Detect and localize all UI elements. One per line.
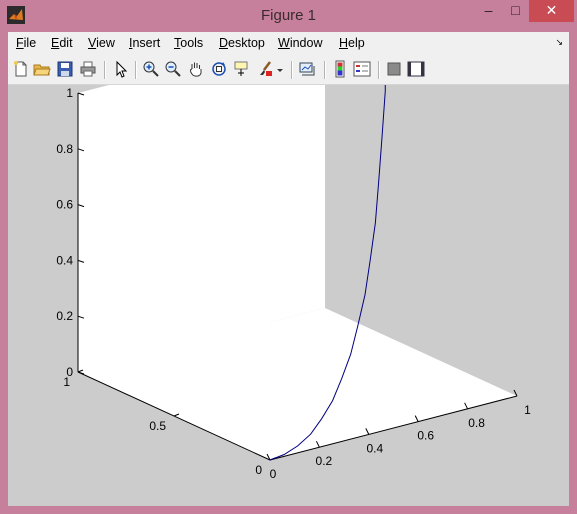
toolbar-separator — [135, 61, 137, 79]
edit-plot-icon[interactable] — [112, 60, 130, 78]
close-button[interactable]: ✕ — [529, 0, 574, 22]
figure-window: Figure 1 – □ ✕ File Edit View Insert Too… — [0, 0, 577, 514]
zoom-out-icon[interactable] — [164, 60, 182, 78]
hide-plot-tools-icon[interactable] — [385, 60, 403, 78]
minimize-button[interactable]: – — [475, 0, 502, 22]
x-tick-label: 0 — [270, 467, 277, 481]
z-tick-label: 0.2 — [56, 309, 73, 323]
toolbar-separator — [291, 61, 293, 79]
data-cursor-icon[interactable] — [232, 60, 250, 78]
x-tick-label: 0.6 — [417, 429, 434, 443]
new-figure-icon[interactable] — [12, 60, 30, 78]
open-file-icon[interactable] — [33, 60, 51, 78]
dock-arrow-icon[interactable]: ↘ — [555, 37, 563, 48]
print-icon[interactable] — [79, 60, 97, 78]
x-tick-label: 1 — [524, 403, 531, 417]
menu-view[interactable]: View — [88, 36, 115, 50]
menu-file[interactable]: File — [16, 36, 36, 50]
brush-icon[interactable] — [256, 60, 274, 78]
legend-icon[interactable] — [353, 60, 371, 78]
x-tick-label: 0.4 — [366, 441, 383, 455]
axes-3d[interactable]: 00.20.40.60.8100.20.40.60.8100.51 — [8, 85, 569, 506]
maximize-button[interactable]: □ — [502, 0, 529, 22]
toolbar-separator — [378, 61, 380, 79]
y-tick-label: 1 — [63, 375, 70, 389]
zoom-in-icon[interactable] — [142, 60, 160, 78]
menu-bar: File Edit View Insert Tools Desktop Wind… — [8, 32, 569, 56]
toolbar-separator — [324, 61, 326, 79]
toolbar-separator — [104, 61, 106, 79]
y-tick-label: 0.5 — [149, 419, 166, 433]
menu-help[interactable]: Help — [339, 36, 365, 50]
pan-icon[interactable] — [187, 60, 205, 78]
z-tick-label: 0.6 — [56, 198, 73, 212]
z-tick-label: 0.8 — [56, 142, 73, 156]
x-tick-label: 0.8 — [468, 416, 485, 430]
menu-desktop[interactable]: Desktop — [219, 36, 265, 50]
y-tick-label: 0 — [255, 463, 262, 477]
show-plot-tools-icon[interactable] — [407, 60, 425, 78]
figure-toolbar — [8, 56, 569, 85]
menu-edit[interactable]: Edit — [51, 36, 73, 50]
brush-dropdown-icon[interactable] — [276, 60, 284, 78]
figure-canvas[interactable]: 0 0.2 0.4 0.6 0.8 1 0 0.2 0.4 0.6 0.8 1 0 0.5 1 — [8, 85, 569, 506]
title-bar[interactable]: Figure 1 – □ ✕ — [0, 0, 577, 31]
z-tick-label: 0.4 — [56, 253, 73, 267]
menu-window[interactable]: Window — [278, 36, 322, 50]
rotate-3d-icon[interactable] — [210, 60, 228, 78]
z-tick-label: 1 — [66, 86, 73, 100]
x-tick-label: 0.2 — [316, 454, 333, 468]
menu-insert[interactable]: Insert — [129, 36, 160, 50]
link-plot-icon[interactable] — [298, 60, 316, 78]
colorbar-icon[interactable] — [331, 60, 349, 78]
save-icon[interactable] — [56, 60, 74, 78]
menu-tools[interactable]: Tools — [174, 36, 203, 50]
